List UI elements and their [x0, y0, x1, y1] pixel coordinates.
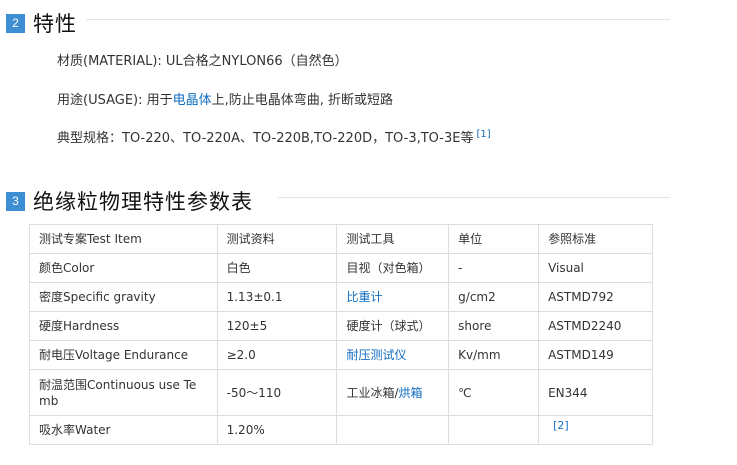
voltage-tester-link[interactable]: 耐压测试仪 [346, 348, 406, 362]
cell-data: -50～110 [216, 369, 338, 416]
section-divider [86, 19, 670, 20]
cell-tool: 目视（对色箱） [336, 253, 450, 283]
hydrometer-link[interactable]: 比重计 [346, 290, 382, 304]
section-heading-characteristics: 2 特性 [6, 8, 77, 38]
table-header-row: 测试专案Test Item 测试资料 测试工具 单位 参照标准 [29, 224, 653, 254]
cell-data: 1.13±0.1 [216, 282, 338, 312]
cell-standard: Visual [538, 253, 653, 283]
header-test-tool: 测试工具 [336, 224, 450, 254]
cell-unit: Kv/mm [448, 340, 540, 370]
cell-tool: 比重计 [336, 282, 450, 312]
usage-suffix: 上,防止电晶体弯曲, 折断或短路 [211, 93, 394, 108]
cell-tool [336, 415, 450, 445]
cell-tool: 耐压测试仪 [336, 340, 450, 370]
freezer-text: 工业冰箱/ [346, 385, 399, 400]
cell-unit: shore [448, 311, 540, 341]
material-text: 材质(MATERIAL): UL合格之NYLON66（自然色） [57, 54, 348, 69]
table-row: 吸水率Water 1.20% [2] [29, 415, 653, 445]
header-standard: 参照标准 [538, 224, 653, 254]
cell-item: 吸水率Water [29, 415, 218, 445]
header-test-item: 测试专案Test Item [29, 224, 218, 254]
cell-standard: ASTMD149 [538, 340, 653, 370]
table-row: 耐温范围Continuous use Temb -50～110 工业冰箱/烘箱 … [29, 369, 653, 416]
table-row: 密度Specific gravity 1.13±0.1 比重计 g/cm2 AS… [29, 282, 653, 312]
header-unit: 单位 [448, 224, 540, 254]
reference-link-1[interactable]: [1] [476, 129, 490, 140]
table-row: 颜色Color 白色 目视（对色箱） - Visual [29, 253, 653, 283]
spec-text: 典型规格：TO-220、TO-220A、TO-220B,TO-220D，TO-3… [57, 127, 491, 146]
cell-item: 耐电压Voltage Endurance [29, 340, 218, 370]
header-test-data: 测试资料 [216, 224, 338, 254]
cell-standard: EN344 [538, 369, 653, 416]
spec-content: 典型规格：TO-220、TO-220A、TO-220B,TO-220D，TO-3… [57, 131, 474, 146]
section-number-badge: 2 [6, 13, 25, 33]
cell-standard: ASTMD2240 [538, 311, 653, 341]
cell-tool: 工业冰箱/烘箱 [336, 369, 450, 416]
cell-tool: 硬度计（球式） [336, 311, 450, 341]
cell-data: ≥2.0 [216, 340, 338, 370]
section-title: 特性 [33, 12, 77, 36]
cell-data: 白色 [216, 253, 338, 283]
table-row: 硬度Hardness 120±5 硬度计（球式） shore ASTMD2240 [29, 311, 653, 341]
section-number-badge: 3 [6, 191, 25, 211]
oven-link[interactable]: 烘箱 [398, 386, 422, 400]
cell-data: 1.20% [216, 415, 338, 445]
cell-standard: ASTMD792 [538, 282, 653, 312]
parameters-table: 测试专案Test Item 测试资料 测试工具 单位 参照标准 颜色Color … [29, 224, 653, 445]
cell-unit: ℃ [448, 369, 540, 416]
reference-link-2[interactable]: [2] [553, 419, 569, 432]
cell-item: 硬度Hardness [29, 311, 218, 341]
cell-standard: [2] [538, 415, 653, 445]
cell-unit: - [448, 253, 540, 283]
cell-item: 耐温范围Continuous use Temb [29, 369, 218, 416]
cell-item: 颜色Color [29, 253, 218, 283]
cell-data: 120±5 [216, 311, 338, 341]
usage-text: 用途(USAGE): 用于电晶体上,防止电晶体弯曲, 折断或短路 [57, 89, 393, 108]
section-divider [278, 197, 670, 198]
section-heading-parameters: 3 绝缘粒物理特性参数表 [6, 186, 253, 216]
cell-unit: g/cm2 [448, 282, 540, 312]
transistor-link[interactable]: 电晶体 [173, 93, 212, 108]
cell-unit [448, 415, 540, 445]
usage-prefix: 用途(USAGE): 用于 [57, 93, 173, 108]
cell-item: 密度Specific gravity [29, 282, 218, 312]
table-row: 耐电压Voltage Endurance ≥2.0 耐压测试仪 Kv/mm AS… [29, 340, 653, 370]
section-title: 绝缘粒物理特性参数表 [33, 190, 253, 214]
